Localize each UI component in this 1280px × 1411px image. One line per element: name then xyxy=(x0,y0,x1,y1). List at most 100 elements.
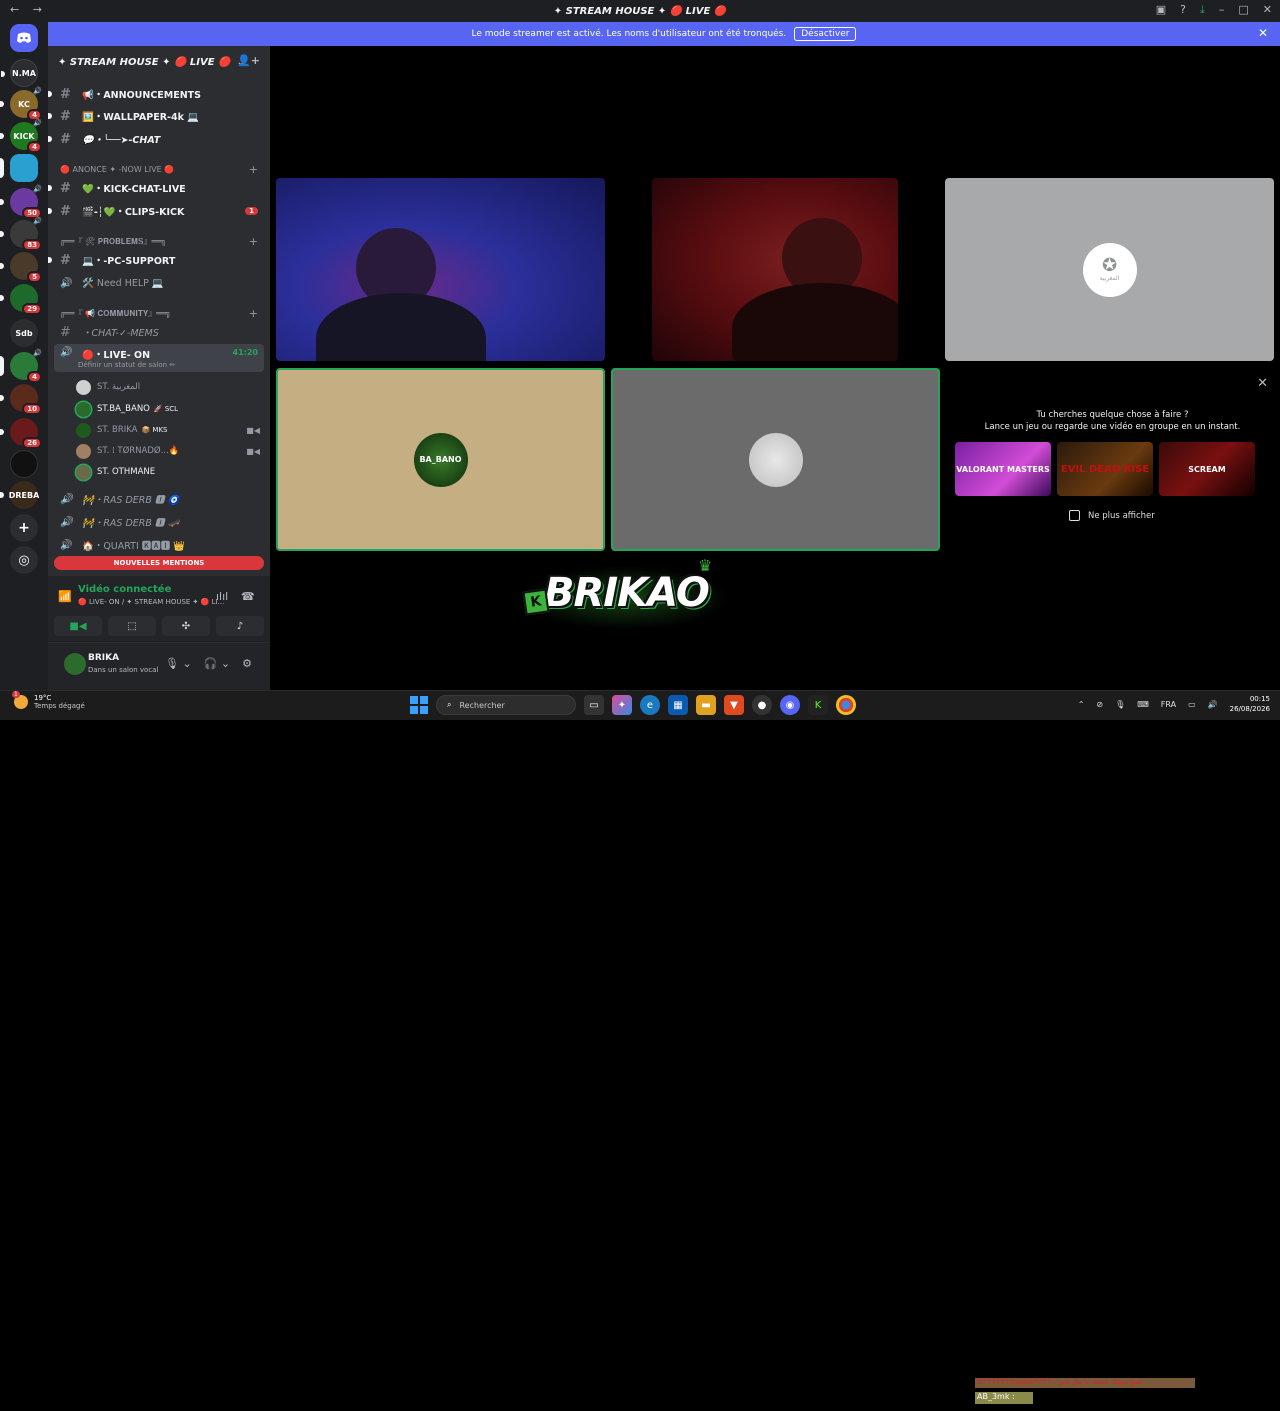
taskbar-search[interactable]: ⌕ Rechercher xyxy=(436,695,576,715)
speaker-icon: 🔊 xyxy=(60,516,73,528)
voice-user[interactable]: ST. BRIKA 📦 MKS ■◀ xyxy=(76,420,264,440)
headphones-icon[interactable]: 🎧 ⌄ xyxy=(204,657,230,670)
voice-channel-need-help[interactable]: 🔊 🛠️ Need HELP 💻 xyxy=(54,273,264,293)
inbox-icon[interactable]: ▣ xyxy=(1156,3,1166,17)
maximize-icon[interactable]: □ xyxy=(1238,3,1248,17)
avatar[interactable] xyxy=(64,653,86,675)
discord-taskbar-icon[interactable]: ◉ xyxy=(780,695,800,715)
server-icon-dreba[interactable]: DREBA xyxy=(0,481,39,509)
language-indicator[interactable]: FRA xyxy=(1161,700,1176,709)
obs-icon[interactable]: ● xyxy=(752,695,772,715)
server-icon[interactable]: 10 xyxy=(0,384,42,415)
activity-card-valorant[interactable]: VALORANT MASTERS xyxy=(955,442,1051,496)
channel-pc-support[interactable]: # 💻・-PC-SUPPORT xyxy=(48,250,264,270)
server-icon-sdb[interactable]: Sdb xyxy=(10,319,38,347)
server-icon[interactable]: 🔊 83 xyxy=(0,217,42,251)
file-explorer-icon[interactable]: ▬ xyxy=(696,695,716,715)
discord-home-icon[interactable] xyxy=(10,24,38,52)
video-tile[interactable] xyxy=(652,178,898,361)
gear-icon[interactable]: ⚙ xyxy=(242,657,252,670)
server-icon[interactable] xyxy=(10,450,38,478)
server-icon[interactable]: 5 xyxy=(0,252,42,283)
channel-chat[interactable]: # 💬・╰──➤-CHAT xyxy=(48,129,264,149)
noise-suppression-icon[interactable]: ılıl xyxy=(216,590,228,603)
weather-widget[interactable]: 1 19°C Temps dégagé xyxy=(12,691,85,710)
voice-user[interactable]: ST. OTHMANE xyxy=(76,462,264,482)
soundboard-button[interactable]: ♪ xyxy=(216,616,264,636)
server-icon-kc[interactable]: 🔊 KC 4 xyxy=(0,87,42,121)
screen-share-button[interactable]: ⬚ xyxy=(108,616,156,636)
voice-user[interactable]: ST.BA_BANO 🚀 SCL xyxy=(76,399,264,419)
activity-card-evil-dead[interactable]: EVIL DEAD RISE xyxy=(1057,442,1153,496)
video-tile-speaking[interactable]: BA_BANO xyxy=(276,368,605,551)
channel-kick-chat[interactable]: # 💚・KICK-CHAT-LIVE xyxy=(48,178,264,198)
voice-channel-quarti[interactable]: 🔊 🏠・QUARTI 🅺🅰🅸 👑 xyxy=(54,535,264,555)
store-icon[interactable]: ▦ xyxy=(668,695,688,715)
kick-app-icon[interactable]: K xyxy=(808,695,828,715)
server-icon[interactable]: 🔊 50 xyxy=(0,185,42,219)
checkbox-box[interactable] xyxy=(1069,510,1080,521)
new-mentions-button[interactable]: NOUVELLES MENTIONS xyxy=(54,556,264,570)
voice-status[interactable]: Vidéo connectée xyxy=(78,584,171,595)
server-icon-nma[interactable]: N.MA xyxy=(1,59,38,87)
server-icon[interactable]: 🔊 4 xyxy=(0,349,42,383)
add-channel-icon[interactable]: + xyxy=(249,307,258,320)
video-tile-speaking[interactable] xyxy=(611,368,940,551)
keyboard-icon[interactable]: ⌨ xyxy=(1137,700,1149,709)
server-icon-kick[interactable]: 🔊 KICK 4 xyxy=(0,119,42,153)
windows-start-icon[interactable] xyxy=(410,696,428,714)
task-view-icon[interactable]: ▭ xyxy=(584,695,604,715)
clock[interactable]: 00:15 26/08/2026 xyxy=(1230,694,1270,714)
activity-card-scream[interactable]: SCREAM xyxy=(1159,442,1255,496)
download-icon[interactable]: ⤓ xyxy=(1200,3,1205,17)
voice-channel-link[interactable]: 🔴 LIVE- ON / ✦ STREAM HOUSE ✦ 🔴 LI... xyxy=(78,598,224,606)
category-problems[interactable]: ╔══『 🛠 𝐏𝐑𝐎𝐁𝐋𝐄𝐌𝐒』══╗ + xyxy=(60,234,264,248)
activities-button[interactable]: ✣ xyxy=(162,616,210,636)
show-hidden-icons-icon[interactable]: ⌃ xyxy=(1078,700,1085,709)
close-window-icon[interactable]: ✕ xyxy=(1263,3,1272,17)
video-tile[interactable]: ✪ المغربية xyxy=(945,178,1274,361)
signal-icon[interactable]: 📶 xyxy=(58,590,72,603)
voice-channel-live-on[interactable]: 🔊 🔴・LIVE- ON 41:20 Définir un statut de … xyxy=(54,344,264,372)
camera-button[interactable]: ■◀ xyxy=(54,616,102,636)
category-community[interactable]: ╔══『 📢 𝐂𝐎𝐌𝐌𝐔𝐍𝐈𝐓𝐘』══╗ + xyxy=(60,306,264,320)
volume-icon[interactable]: 🔊 xyxy=(1208,700,1218,709)
chrome-icon[interactable] xyxy=(836,695,856,715)
edge-icon[interactable]: e xyxy=(640,695,660,715)
copilot-icon[interactable]: ✦ xyxy=(612,695,632,715)
channel-announcements[interactable]: # 📢・ANNOUNCEMENTS xyxy=(48,84,264,104)
close-icon[interactable]: ✕ xyxy=(1257,376,1268,391)
server-icon[interactable]: 26 xyxy=(0,418,42,449)
voice-channel-ras-derb-1[interactable]: 🔊 🚧・RAS DERB 🅸 🧿 xyxy=(54,489,264,509)
minimize-icon[interactable]: – xyxy=(1219,3,1225,17)
add-server-icon[interactable]: + xyxy=(10,514,38,542)
server-icon[interactable]: 29 xyxy=(0,284,42,315)
close-banner-icon[interactable]: ✕ xyxy=(1258,26,1268,40)
explore-icon[interactable]: ◎ xyxy=(10,546,38,574)
microphone-icon[interactable]: 🎙 ⌄ xyxy=(165,657,192,670)
invite-icon[interactable]: 👤+ xyxy=(237,54,260,67)
help-icon[interactable]: ? xyxy=(1180,3,1186,17)
disable-streamer-button[interactable]: Désactiver xyxy=(794,27,857,41)
add-channel-icon[interactable]: + xyxy=(249,163,258,176)
voice-user[interactable]: ST. ⁞ TØRNADØ...🔥 ■◀ xyxy=(76,441,264,461)
microphone-tray-icon[interactable]: 🎙 xyxy=(1115,700,1125,709)
guild-header[interactable]: ✦ STREAM HOUSE ✦ 🔴 LIVE 🔴 ⌄ 👤+ xyxy=(48,46,270,78)
display-icon[interactable]: ▭ xyxy=(1188,700,1196,709)
channel-clips-kick[interactable]: # 🎬-┆💚・CLIPS-KICK 1 xyxy=(48,201,264,221)
channel-chat-mems[interactable]: # ・CHAT-✓-MEMS xyxy=(54,322,264,342)
video-tile[interactable] xyxy=(276,178,605,361)
category-live[interactable]: 🔴 ANONCE ✦ -NOW LIVE 🔴 + xyxy=(60,162,264,176)
voice-channel-ras-derb-2[interactable]: 🔊 🚧・RAS DERB 🅸 🛹 xyxy=(54,512,264,532)
brave-icon[interactable]: ▼ xyxy=(724,695,744,715)
channel-wallpaper[interactable]: # 🖼️・WALLPAPER-4k 💻 xyxy=(48,106,264,126)
server-icon-active[interactable] xyxy=(0,154,38,182)
add-channel-icon[interactable]: + xyxy=(249,235,258,248)
network-icon[interactable]: ⊘ xyxy=(1096,700,1103,709)
disconnect-icon[interactable]: ☎ xyxy=(241,590,255,603)
username[interactable]: BRIKA xyxy=(88,653,119,663)
voice-user[interactable]: ST. المغربية xyxy=(76,377,264,397)
hash-icon: # xyxy=(60,108,71,124)
channel-status-setter[interactable]: Définir un statut de salon ✏ xyxy=(78,361,175,369)
dont-show-again-checkbox[interactable]: Ne plus afficher xyxy=(1069,510,1155,521)
